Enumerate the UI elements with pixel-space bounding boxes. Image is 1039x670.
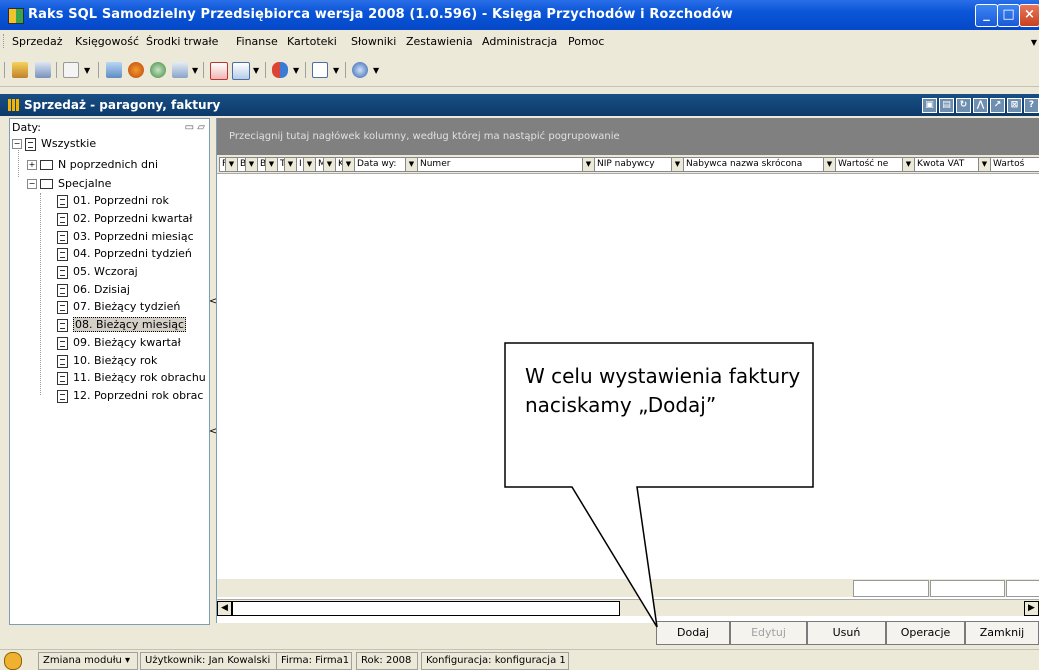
status-user: Użytkownik: Jan Kowalski [140, 652, 277, 670]
lock-icon[interactable] [4, 652, 22, 670]
status-company: Firma: Firma1 [276, 652, 352, 670]
callout-bubble [504, 342, 814, 628]
status-bar: Zmiana modułu ▾ Użytkownik: Jan Kowalski… [0, 649, 1039, 670]
callout-text: W celu wystawienia faktury naciskamy „Do… [525, 364, 801, 417]
module-switch-label: Zmiana modułu [43, 655, 122, 666]
status-config: Konfiguracja: konfiguracja 1 [421, 652, 569, 670]
status-year: Rok: 2008 [356, 652, 418, 670]
module-switch[interactable]: Zmiana modułu ▾ [38, 652, 138, 670]
